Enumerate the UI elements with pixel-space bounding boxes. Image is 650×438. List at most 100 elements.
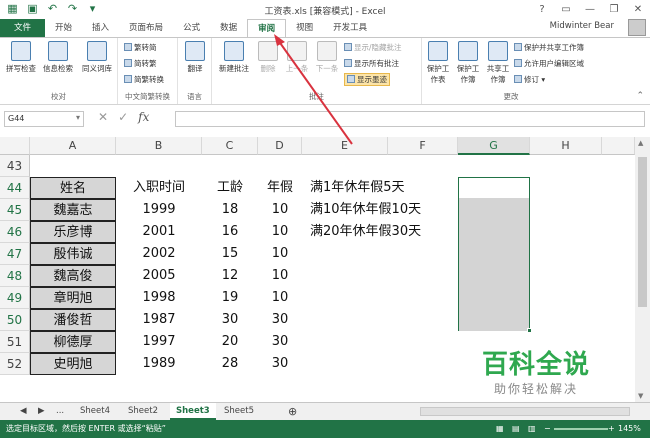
sheet-tab-sheet3[interactable]: Sheet3 [170, 403, 216, 420]
name-box-dropdown-icon[interactable]: ▾ [76, 113, 80, 122]
collapse-ribbon-icon[interactable]: ⌃ [636, 91, 644, 101]
row-header[interactable]: 45 [0, 199, 30, 221]
row-header[interactable]: 46 [0, 221, 30, 243]
previous-comment-button[interactable]: 上一条 [282, 41, 312, 74]
tab-data[interactable]: 数据 [210, 19, 247, 37]
employee-name-cell[interactable]: 魏嘉志 [30, 199, 116, 221]
tab-page-layout[interactable]: 页面布局 [119, 19, 173, 37]
employee-age-cell[interactable]: 15 [202, 243, 258, 265]
selected-range[interactable] [458, 177, 530, 331]
scroll-thumb[interactable] [638, 157, 647, 307]
user-name[interactable]: Midwinter Bear [550, 21, 614, 31]
delete-comment-button[interactable]: 删除 [256, 41, 280, 74]
employee-date-cell[interactable]: 1989 [116, 353, 202, 375]
row-header[interactable]: 49 [0, 287, 30, 309]
employee-leave-cell[interactable]: 10 [258, 221, 302, 243]
scroll-up-icon[interactable]: ▲ [638, 139, 643, 147]
employee-name-cell[interactable]: 柳德厚 [30, 331, 116, 353]
zoom-slider[interactable] [554, 428, 608, 430]
column-header-c[interactable]: C [202, 137, 258, 155]
fill-handle[interactable] [527, 328, 532, 333]
column-header-g[interactable]: G [458, 137, 530, 155]
next-comment-button[interactable]: 下一条 [312, 41, 342, 74]
enter-icon[interactable]: ✓ [118, 110, 128, 124]
sheet-tab-sheet5[interactable]: Sheet5 [218, 403, 260, 420]
protect-sheet-button[interactable]: 保护工作表 [424, 41, 452, 85]
sheet-tab-sheet2[interactable]: Sheet2 [122, 403, 164, 420]
scroll-down-icon[interactable]: ▼ [638, 392, 643, 400]
column-header-b[interactable]: B [116, 137, 202, 155]
row-header[interactable]: 50 [0, 309, 30, 331]
zoom-out-icon[interactable]: − [544, 420, 551, 438]
column-header-a[interactable]: A [30, 137, 116, 155]
rule-text[interactable]: 满10年休年假10天 [310, 199, 421, 221]
employee-date-cell[interactable]: 1997 [116, 331, 202, 353]
next-sheet-icon[interactable]: ▶ [32, 403, 51, 420]
employee-leave-cell[interactable]: 10 [258, 243, 302, 265]
sheet-tab-sheet4[interactable]: Sheet4 [74, 403, 116, 420]
header-name-cell[interactable]: 姓名 [30, 177, 116, 199]
employee-date-cell[interactable]: 1998 [116, 287, 202, 309]
add-sheet-icon[interactable]: ⊕ [282, 403, 303, 420]
employee-leave-cell[interactable]: 30 [258, 309, 302, 331]
employee-age-cell[interactable]: 19 [202, 287, 258, 309]
employee-age-cell[interactable]: 28 [202, 353, 258, 375]
employee-age-cell[interactable]: 18 [202, 199, 258, 221]
page-break-view-icon[interactable]: ▥ [528, 420, 536, 438]
tab-review[interactable]: 审阅 [247, 19, 287, 37]
vertical-scrollbar[interactable]: ▲ ▼ [635, 137, 650, 402]
row-header[interactable]: 52 [0, 353, 30, 375]
column-header-e[interactable]: E [302, 137, 388, 155]
show-hide-comment-button[interactable]: 显示/隐藏批注 [344, 42, 402, 53]
tab-home[interactable]: 开始 [45, 19, 82, 37]
employee-name-cell[interactable]: 潘俊哲 [30, 309, 116, 331]
employee-leave-cell[interactable]: 10 [258, 199, 302, 221]
row-header[interactable]: 48 [0, 265, 30, 287]
header-date-cell[interactable]: 入职时间 [116, 177, 202, 199]
formula-input[interactable] [175, 111, 645, 127]
horizontal-scrollbar[interactable] [420, 407, 630, 416]
help-icon[interactable]: ? [530, 0, 554, 19]
thesaurus-button[interactable]: 同义词库 [78, 41, 116, 74]
protect-workbook-button[interactable]: 保护工作簿 [454, 41, 482, 85]
employee-age-cell[interactable]: 16 [202, 221, 258, 243]
employee-date-cell[interactable]: 2002 [116, 243, 202, 265]
prev-sheet-icon[interactable]: ◀ [14, 403, 33, 420]
cancel-icon[interactable]: ✕ [98, 110, 108, 124]
tab-formulas[interactable]: 公式 [173, 19, 210, 37]
show-all-comments-button[interactable]: 显示所有批注 [344, 58, 399, 69]
employee-leave-cell[interactable]: 10 [258, 287, 302, 309]
trad-to-simp-button[interactable]: 繁转简 [124, 42, 157, 53]
employee-age-cell[interactable]: 12 [202, 265, 258, 287]
rule-text[interactable]: 满20年休年假30天 [310, 221, 421, 243]
close-icon[interactable]: ✕ [626, 0, 650, 19]
row-header[interactable]: 43 [0, 155, 30, 177]
simp-to-trad-button[interactable]: 简转繁 [124, 58, 157, 69]
rule-text[interactable]: 满1年休年假5天 [310, 177, 405, 199]
row-header[interactable]: 47 [0, 243, 30, 265]
fx-icon[interactable]: fx [138, 110, 149, 124]
employee-leave-cell[interactable]: 30 [258, 353, 302, 375]
translate-button[interactable]: 翻译 [181, 41, 209, 74]
select-all-corner[interactable] [0, 137, 30, 155]
employee-date-cell[interactable]: 2005 [116, 265, 202, 287]
employee-date-cell[interactable]: 1987 [116, 309, 202, 331]
header-age-cell[interactable]: 工龄 [202, 177, 258, 199]
employee-leave-cell[interactable]: 10 [258, 265, 302, 287]
chinese-conversion-button[interactable]: 简繁转换 [124, 74, 164, 85]
row-header[interactable]: 51 [0, 331, 30, 353]
header-leave-cell[interactable]: 年假 [258, 177, 302, 199]
employee-name-cell[interactable]: 乐彦博 [30, 221, 116, 243]
new-comment-button[interactable]: 新建批注 [216, 41, 252, 74]
column-header-d[interactable]: D [258, 137, 302, 155]
column-header-i[interactable] [602, 137, 635, 155]
employee-age-cell[interactable]: 30 [202, 309, 258, 331]
employee-name-cell[interactable]: 章明旭 [30, 287, 116, 309]
minimize-icon[interactable]: — [578, 0, 602, 19]
avatar[interactable] [628, 19, 646, 36]
column-header-f[interactable]: F [388, 137, 458, 155]
show-ink-button[interactable]: 显示墨迹 [344, 73, 390, 86]
employee-name-cell[interactable]: 殷伟诚 [30, 243, 116, 265]
employee-date-cell[interactable]: 1999 [116, 199, 202, 221]
protect-share-workbook-button[interactable]: 保护并共享工作簿 [514, 42, 584, 53]
